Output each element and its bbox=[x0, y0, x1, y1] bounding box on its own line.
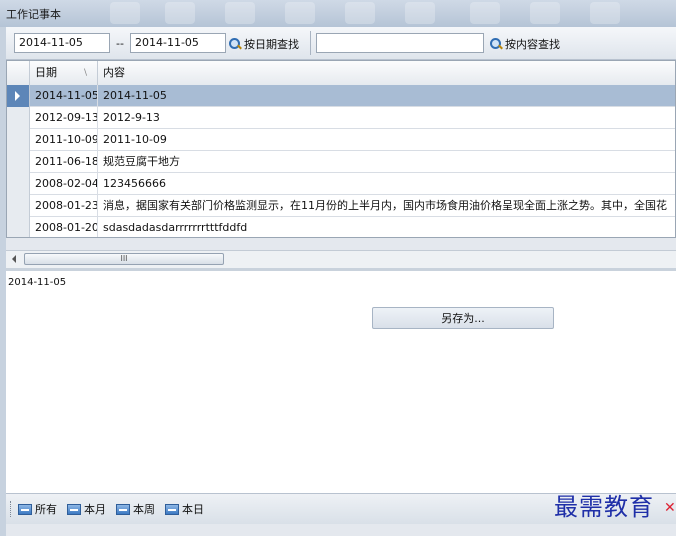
scroll-left-icon[interactable] bbox=[12, 255, 16, 263]
date-range-separator: -- bbox=[116, 37, 124, 50]
table-row[interactable]: 2011-10-09 2011-10-09 bbox=[7, 129, 675, 151]
cell-content[interactable]: sdasdadasdarrrrrrrtttfddfd bbox=[98, 217, 675, 237]
toolbar-grip bbox=[10, 501, 14, 517]
filter-week-button[interactable]: 本周 bbox=[116, 501, 155, 517]
row-indicator[interactable] bbox=[7, 217, 30, 237]
date-to-input[interactable]: 2014-11-05 bbox=[130, 33, 226, 53]
cell-content[interactable]: 2014-11-05 bbox=[98, 85, 675, 107]
table-row[interactable]: 2008-01-23 消息，据国家有关部门价格监测显示，在11月份的上半月内，国内… bbox=[7, 195, 675, 217]
filter-all-button[interactable]: 所有 bbox=[18, 501, 57, 517]
row-indicator[interactable] bbox=[7, 173, 30, 195]
row-indicator[interactable] bbox=[7, 85, 30, 107]
records-grid: 日期 \ 内容 2014-11-05 2014-11-05 2012-09-13 20… bbox=[6, 60, 676, 238]
column-header-content-label: 内容 bbox=[103, 66, 125, 79]
date-search-button[interactable]: 按日期查找 bbox=[229, 35, 299, 53]
watermark-logo: 最需教育 bbox=[554, 493, 654, 521]
close-icon[interactable]: ✕ bbox=[664, 500, 676, 516]
title-bar: 工作记事本 bbox=[0, 0, 676, 27]
table-row[interactable]: 2011-06-18 规范豆腐干地方 bbox=[7, 151, 675, 173]
filter-month-button[interactable]: 本月 bbox=[67, 501, 106, 517]
ribbon-ghost-icon bbox=[590, 2, 620, 24]
content-search-label: 按内容查找 bbox=[505, 38, 560, 51]
cell-date[interactable]: 2008-01-23 bbox=[30, 195, 98, 217]
save-as-button[interactable]: 另存为... bbox=[372, 307, 554, 329]
cell-content[interactable]: 2012-9-13 bbox=[98, 107, 675, 129]
toolbar-divider bbox=[310, 31, 311, 55]
row-indicator[interactable] bbox=[7, 195, 30, 217]
scroll-thumb[interactable]: III bbox=[24, 253, 224, 265]
row-indicator[interactable] bbox=[7, 107, 30, 129]
ribbon-ghost-icon bbox=[345, 2, 375, 24]
cell-date[interactable]: 2011-10-09 bbox=[30, 129, 98, 151]
detail-text[interactable]: 2014-11-05 bbox=[8, 277, 66, 288]
grid-header: 日期 \ 内容 bbox=[7, 61, 675, 86]
column-header-content[interactable]: 内容 bbox=[98, 61, 675, 85]
cell-content[interactable]: 规范豆腐干地方 bbox=[98, 151, 675, 173]
filter-week-label: 本周 bbox=[133, 503, 155, 516]
cell-date[interactable]: 2012-09-13 bbox=[30, 107, 98, 129]
window-title: 工作记事本 bbox=[6, 8, 61, 21]
detail-panel: 2014-11-05 另存为... bbox=[6, 271, 676, 493]
ribbon-ghost-icon bbox=[225, 2, 255, 24]
date-from-input[interactable]: 2014-11-05 bbox=[14, 33, 110, 53]
search-icon bbox=[490, 38, 502, 50]
cell-date[interactable]: 2014-11-05 bbox=[30, 85, 98, 107]
cell-date[interactable]: 2011-06-18 bbox=[30, 151, 98, 173]
content-search-input[interactable] bbox=[316, 33, 484, 53]
ribbon-ghost-icon bbox=[405, 2, 435, 24]
ribbon-ghost-icon bbox=[285, 2, 315, 24]
ribbon-ghost-icon bbox=[470, 2, 500, 24]
cell-content[interactable]: 123456666 bbox=[98, 173, 675, 195]
cell-date[interactable]: 2008-01-20 bbox=[30, 217, 98, 237]
cell-content[interactable]: 消息，据国家有关部门价格监测显示，在11月份的上半月内，国内市场食用油价格呈现全… bbox=[98, 195, 675, 217]
cell-date[interactable]: 2008-02-04 bbox=[30, 173, 98, 195]
current-row-arrow-icon bbox=[15, 91, 20, 101]
table-row[interactable]: 2012-09-13 2012-9-13 bbox=[7, 107, 675, 129]
column-header-date[interactable]: 日期 \ bbox=[30, 61, 98, 85]
table-row[interactable]: 2008-02-04 123456666 bbox=[7, 173, 675, 195]
row-indicator[interactable] bbox=[7, 151, 30, 173]
cell-content[interactable]: 2011-10-09 bbox=[98, 129, 675, 151]
filter-month-label: 本月 bbox=[84, 503, 106, 516]
date-search-label: 按日期查找 bbox=[244, 38, 299, 51]
filter-day-button[interactable]: 本日 bbox=[165, 501, 204, 517]
row-indicator[interactable] bbox=[7, 129, 30, 151]
table-row[interactable]: 2008-01-20 sdasdadasdarrrrrrrtttfddfd bbox=[7, 217, 675, 237]
header-indicator-cell bbox=[7, 61, 30, 85]
ribbon-ghost-icon bbox=[165, 2, 195, 24]
ribbon-ghost-icon bbox=[530, 2, 560, 24]
calendar-icon bbox=[116, 503, 130, 515]
search-toolbar: 2014-11-05 -- 2014-11-05 按日期查找 按内容查找 bbox=[6, 27, 676, 60]
sort-indicator-icon: \ bbox=[84, 68, 88, 78]
filter-day-label: 本日 bbox=[182, 503, 204, 516]
horizontal-scrollbar[interactable]: III bbox=[6, 250, 676, 268]
content-search-button[interactable]: 按内容查找 bbox=[490, 35, 560, 53]
save-as-label: 另存为... bbox=[441, 312, 485, 325]
table-row[interactable]: 2014-11-05 2014-11-05 bbox=[7, 85, 675, 107]
calendar-icon bbox=[18, 503, 32, 515]
filter-all-label: 所有 bbox=[35, 503, 57, 516]
calendar-icon bbox=[165, 503, 179, 515]
calendar-icon bbox=[67, 503, 81, 515]
column-header-date-label: 日期 bbox=[35, 66, 57, 79]
search-icon bbox=[229, 38, 241, 50]
ribbon-ghost-icon bbox=[110, 2, 140, 24]
